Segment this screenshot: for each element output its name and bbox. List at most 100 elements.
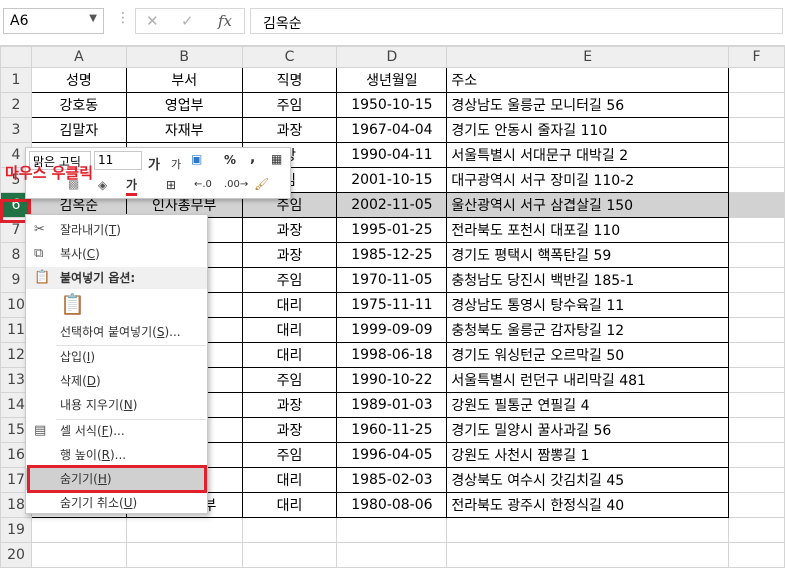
cell[interactable]: 경상남도 통영시 탕수육길 11: [446, 292, 730, 318]
cell[interactable]: 강호동: [30, 92, 127, 118]
fx-icon[interactable]: fx: [218, 12, 232, 30]
cell[interactable]: 경기도 밀양시 꿀사과길 56: [446, 417, 730, 443]
cell[interactable]: 대리: [241, 317, 338, 343]
cell[interactable]: 과장: [241, 417, 338, 443]
name-box[interactable]: A6 ▼: [3, 8, 104, 34]
cell[interactable]: 1995-01-25: [336, 217, 448, 243]
column-header[interactable]: F: [728, 46, 785, 68]
menu-item-format-cells[interactable]: ▤ 셀 서식(F)...: [26, 420, 207, 442]
cell[interactable]: 대리: [241, 492, 338, 518]
cell[interactable]: [241, 542, 338, 568]
cell[interactable]: 과장: [241, 242, 338, 268]
cell[interactable]: 1960-11-25: [336, 417, 448, 443]
cell[interactable]: [241, 517, 338, 543]
cell[interactable]: 경기도 평택시 핵폭탄길 59: [446, 242, 730, 268]
menu-item-unhide[interactable]: 숨기기 취소(U): [26, 492, 207, 514]
menu-item-copy[interactable]: ⧉ 복사(C): [26, 243, 207, 265]
cell[interactable]: 생년월일: [336, 67, 448, 93]
cell[interactable]: 대리: [241, 342, 338, 368]
column-header[interactable]: C: [241, 46, 338, 68]
cell[interactable]: 주소: [446, 67, 730, 93]
cell[interactable]: 강원도 사천시 짬뽕길 1: [446, 442, 730, 468]
chevron-down-icon[interactable]: ▼: [89, 13, 97, 24]
cell[interactable]: 1989-01-03: [336, 392, 448, 418]
cell[interactable]: 1985-02-03: [336, 467, 448, 493]
column-header[interactable]: A: [30, 46, 127, 68]
cell[interactable]: 주임: [241, 367, 338, 393]
cell[interactable]: [728, 492, 785, 518]
enter-icon[interactable]: ✓: [181, 12, 194, 30]
cell[interactable]: [728, 517, 785, 543]
cell[interactable]: 경상북도 여수시 갓김치길 45: [446, 467, 730, 493]
cell[interactable]: [125, 517, 243, 543]
cell[interactable]: 1967-04-04: [336, 117, 448, 143]
menu-item-delete[interactable]: 삭제(D): [26, 370, 207, 392]
cell[interactable]: [336, 542, 448, 568]
cell[interactable]: 1950-10-15: [336, 92, 448, 118]
cell[interactable]: [728, 467, 785, 493]
cell[interactable]: 대리: [241, 467, 338, 493]
cell[interactable]: 경상남도 울릉군 모니터길 56: [446, 92, 730, 118]
cell[interactable]: 자재부: [125, 117, 243, 143]
menu-item-clear-contents[interactable]: 내용 지우기(N): [26, 394, 207, 416]
cell[interactable]: [728, 192, 785, 218]
cell[interactable]: 1999-09-09: [336, 317, 448, 343]
paste-button[interactable]: 📋: [26, 293, 207, 323]
cell[interactable]: 강원도 필통군 연필길 4: [446, 392, 730, 418]
cell[interactable]: [30, 517, 127, 543]
cell[interactable]: 1980-08-06: [336, 492, 448, 518]
menu-item-row-height[interactable]: 행 높이(R)...: [26, 444, 207, 466]
cell[interactable]: 1985-12-25: [336, 242, 448, 268]
cell[interactable]: [728, 292, 785, 318]
cell[interactable]: 직명: [241, 67, 338, 93]
cell[interactable]: 경기도 워싱턴군 오르막길 50: [446, 342, 730, 368]
accounting-format-icon[interactable]: ▣: [191, 152, 202, 166]
cell[interactable]: [728, 117, 785, 143]
cell[interactable]: 1990-04-11: [336, 142, 448, 168]
cell[interactable]: 주임: [241, 267, 338, 293]
cell[interactable]: [728, 367, 785, 393]
formula-input[interactable]: 김옥순: [250, 8, 783, 34]
cell[interactable]: [728, 167, 785, 193]
cell[interactable]: 경기도 안동시 줄자길 110: [446, 117, 730, 143]
menu-item-cut[interactable]: ✂ 잘라내기(T): [26, 219, 207, 241]
cell[interactable]: [728, 142, 785, 168]
cell[interactable]: [446, 542, 730, 568]
cell[interactable]: [728, 242, 785, 268]
cell[interactable]: 영업부: [125, 92, 243, 118]
cell[interactable]: 1970-11-05: [336, 267, 448, 293]
menu-item-insert[interactable]: 삽입(I): [26, 346, 207, 368]
cancel-icon[interactable]: ✕: [146, 12, 159, 30]
cell[interactable]: 1975-11-11: [336, 292, 448, 318]
row-header[interactable]: 3: [0, 117, 32, 143]
cell[interactable]: 대리: [241, 292, 338, 318]
cell[interactable]: [728, 67, 785, 93]
comma-style-icon[interactable]: ,: [250, 150, 255, 166]
cell[interactable]: 충청북도 울릉군 감자탕길 12: [446, 317, 730, 343]
cell[interactable]: 전라북도 포천시 대포길 110: [446, 217, 730, 243]
cell[interactable]: [728, 542, 785, 568]
menu-item-paste-special[interactable]: 선택하여 붙여넣기(S)...: [26, 321, 207, 343]
select-all-corner[interactable]: [0, 46, 32, 68]
cell[interactable]: [728, 417, 785, 443]
font-color-icon[interactable]: 가: [126, 176, 138, 196]
percent-icon[interactable]: %: [224, 153, 236, 167]
format-table-icon[interactable]: ▦: [271, 152, 282, 166]
cell[interactable]: [446, 517, 730, 543]
column-header[interactable]: B: [125, 46, 243, 68]
cell[interactable]: 과장: [241, 117, 338, 143]
cell[interactable]: 주임: [241, 442, 338, 468]
increase-decimal-icon[interactable]: ←.0: [194, 179, 212, 190]
cell[interactable]: [728, 92, 785, 118]
column-header[interactable]: D: [336, 46, 448, 68]
cell[interactable]: 울산광역시 서구 삼겹살길 150: [446, 192, 730, 218]
cell[interactable]: [728, 217, 785, 243]
row-header[interactable]: 19: [0, 517, 32, 543]
borders-icon[interactable]: ⊞: [166, 178, 176, 192]
cell[interactable]: 과장: [241, 217, 338, 243]
cell[interactable]: 2001-10-15: [336, 167, 448, 193]
format-painter-icon[interactable]: 🖌: [254, 177, 269, 191]
row-header[interactable]: 1: [0, 67, 32, 93]
cell[interactable]: 김말자: [30, 117, 127, 143]
cell[interactable]: [728, 267, 785, 293]
